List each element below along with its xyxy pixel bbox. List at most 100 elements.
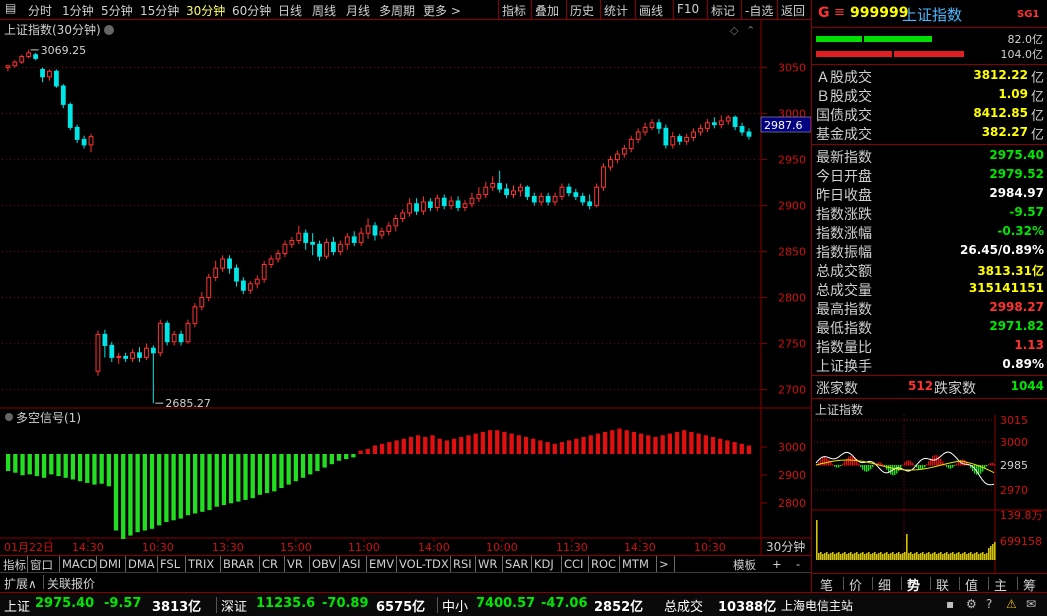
candle[interactable] xyxy=(490,176,496,191)
candle[interactable] xyxy=(234,264,239,287)
candle[interactable] xyxy=(483,181,489,199)
candle[interactable] xyxy=(649,119,655,131)
candle[interactable] xyxy=(53,69,59,88)
candle[interactable] xyxy=(462,200,468,212)
candle[interactable] xyxy=(303,229,309,250)
candle[interactable] xyxy=(74,124,80,144)
candle[interactable] xyxy=(684,133,690,145)
period-tab-more[interactable]: 更多 > xyxy=(423,2,461,19)
expand-button[interactable]: 扩展∧ xyxy=(4,575,37,592)
candle[interactable] xyxy=(614,150,620,164)
indicator-tab-asi[interactable]: ASI xyxy=(342,557,361,571)
candle[interactable] xyxy=(296,225,302,245)
period-tab-multi[interactable]: 多周期 xyxy=(379,2,415,19)
indicator-tab-emv[interactable]: EMV xyxy=(369,557,394,571)
candle[interactable] xyxy=(116,352,122,364)
tool-favorite-button[interactable]: -自选 xyxy=(745,2,773,19)
candle[interactable] xyxy=(137,347,142,362)
indicator-tab-0[interactable]: 指标 xyxy=(3,557,26,573)
collapse-icon[interactable]: ⌃ xyxy=(746,24,755,37)
candle[interactable] xyxy=(635,128,641,144)
candle[interactable] xyxy=(587,194,593,210)
candle[interactable] xyxy=(670,132,676,149)
indicator-tab-rsi[interactable]: RSI xyxy=(453,557,472,571)
candle[interactable] xyxy=(40,67,45,83)
candle[interactable] xyxy=(372,222,378,241)
indicator-tab-obv[interactable]: OBV xyxy=(312,557,336,571)
candle[interactable] xyxy=(185,319,191,344)
indicator-tab-voltdx[interactable]: VOL-TDX xyxy=(399,557,449,571)
candle[interactable] xyxy=(227,255,232,274)
help-icon[interactable]: ? xyxy=(986,597,992,611)
candle[interactable] xyxy=(268,255,274,269)
candle[interactable] xyxy=(123,352,129,362)
indicator-tab-dmi[interactable]: DMI xyxy=(99,557,121,571)
indicator-options-icon[interactable] xyxy=(5,413,13,421)
candle[interactable] xyxy=(164,320,170,346)
candle[interactable] xyxy=(407,198,413,217)
candle[interactable] xyxy=(12,60,18,68)
index-name[interactable]: 深证 xyxy=(221,596,247,615)
indicator-tab-mtm[interactable]: MTM xyxy=(622,557,649,571)
candle[interactable] xyxy=(213,260,219,282)
menu-icon[interactable]: ≡ xyxy=(834,5,845,20)
candle[interactable] xyxy=(518,183,523,197)
candle[interactable] xyxy=(5,64,11,72)
indicator-tab-brar[interactable]: BRAR xyxy=(223,557,254,571)
candle[interactable] xyxy=(434,194,440,212)
indicator-tab-cci[interactable]: CCI xyxy=(564,557,583,571)
candle[interactable] xyxy=(566,183,572,197)
period-tab-fenshi[interactable]: 分时 xyxy=(28,2,52,19)
tool-indicator-button[interactable]: 指标 xyxy=(502,2,526,19)
candle[interactable] xyxy=(448,196,454,210)
candle[interactable] xyxy=(739,122,745,136)
tool-back-button[interactable]: 返回 xyxy=(781,2,805,19)
indicator-tab-roc[interactable]: ROC xyxy=(591,557,616,571)
indicator-tab-kdj[interactable]: KDJ xyxy=(534,557,554,571)
period-tab-week[interactable]: 周线 xyxy=(312,2,336,19)
candle[interactable] xyxy=(157,319,163,357)
candle[interactable] xyxy=(358,227,364,247)
candle[interactable] xyxy=(608,155,613,171)
candle[interactable] xyxy=(317,240,322,261)
linked-quote-button[interactable]: 关联报价 xyxy=(47,575,95,592)
candle[interactable] xyxy=(261,260,267,283)
candle[interactable] xyxy=(220,255,226,272)
indicator-tab-trix[interactable]: TRIX xyxy=(188,557,214,571)
candle[interactable] xyxy=(33,52,39,61)
chart-mode-icon[interactable]: ▤ xyxy=(5,1,16,15)
candle[interactable] xyxy=(511,185,516,199)
candle[interactable] xyxy=(206,273,212,302)
chart-options-icon[interactable] xyxy=(104,25,114,35)
period-tab-30min[interactable]: 30分钟 xyxy=(186,2,225,19)
candle[interactable] xyxy=(559,183,565,201)
candle[interactable] xyxy=(247,281,253,294)
candle[interactable] xyxy=(497,170,503,193)
period-tab-15min[interactable]: 15分钟 xyxy=(140,2,179,19)
candle[interactable] xyxy=(476,187,482,202)
candle[interactable] xyxy=(102,329,108,358)
tool-f10-button[interactable]: F10 xyxy=(677,2,699,16)
settings-icon[interactable]: ⚙ xyxy=(966,597,977,611)
candle[interactable] xyxy=(718,115,724,129)
candle[interactable] xyxy=(524,185,530,201)
indicator-tab-cr[interactable]: CR xyxy=(262,557,278,571)
diamond-icon[interactable]: ◇ xyxy=(730,24,739,37)
candle[interactable] xyxy=(504,183,509,199)
candle[interactable] xyxy=(130,349,135,362)
indicator-tab-wr[interactable]: WR xyxy=(478,557,497,571)
candle[interactable] xyxy=(150,345,156,404)
candle[interactable] xyxy=(289,236,295,248)
candle[interactable] xyxy=(594,183,600,208)
chat-icon[interactable]: ✉ xyxy=(1026,597,1036,611)
indicator-tab-sar[interactable]: SAR xyxy=(505,557,528,571)
indicator-tab-22[interactable]: 模板 xyxy=(733,557,756,573)
indicator-tab-1[interactable]: 窗口 xyxy=(30,557,53,573)
wifi-icon[interactable]: ▪ xyxy=(946,597,954,611)
candle[interactable] xyxy=(254,275,260,289)
candle[interactable] xyxy=(393,214,399,232)
candle[interactable] xyxy=(240,277,246,294)
candle[interactable] xyxy=(324,238,329,259)
candle[interactable] xyxy=(573,189,579,201)
candle[interactable] xyxy=(67,102,73,131)
